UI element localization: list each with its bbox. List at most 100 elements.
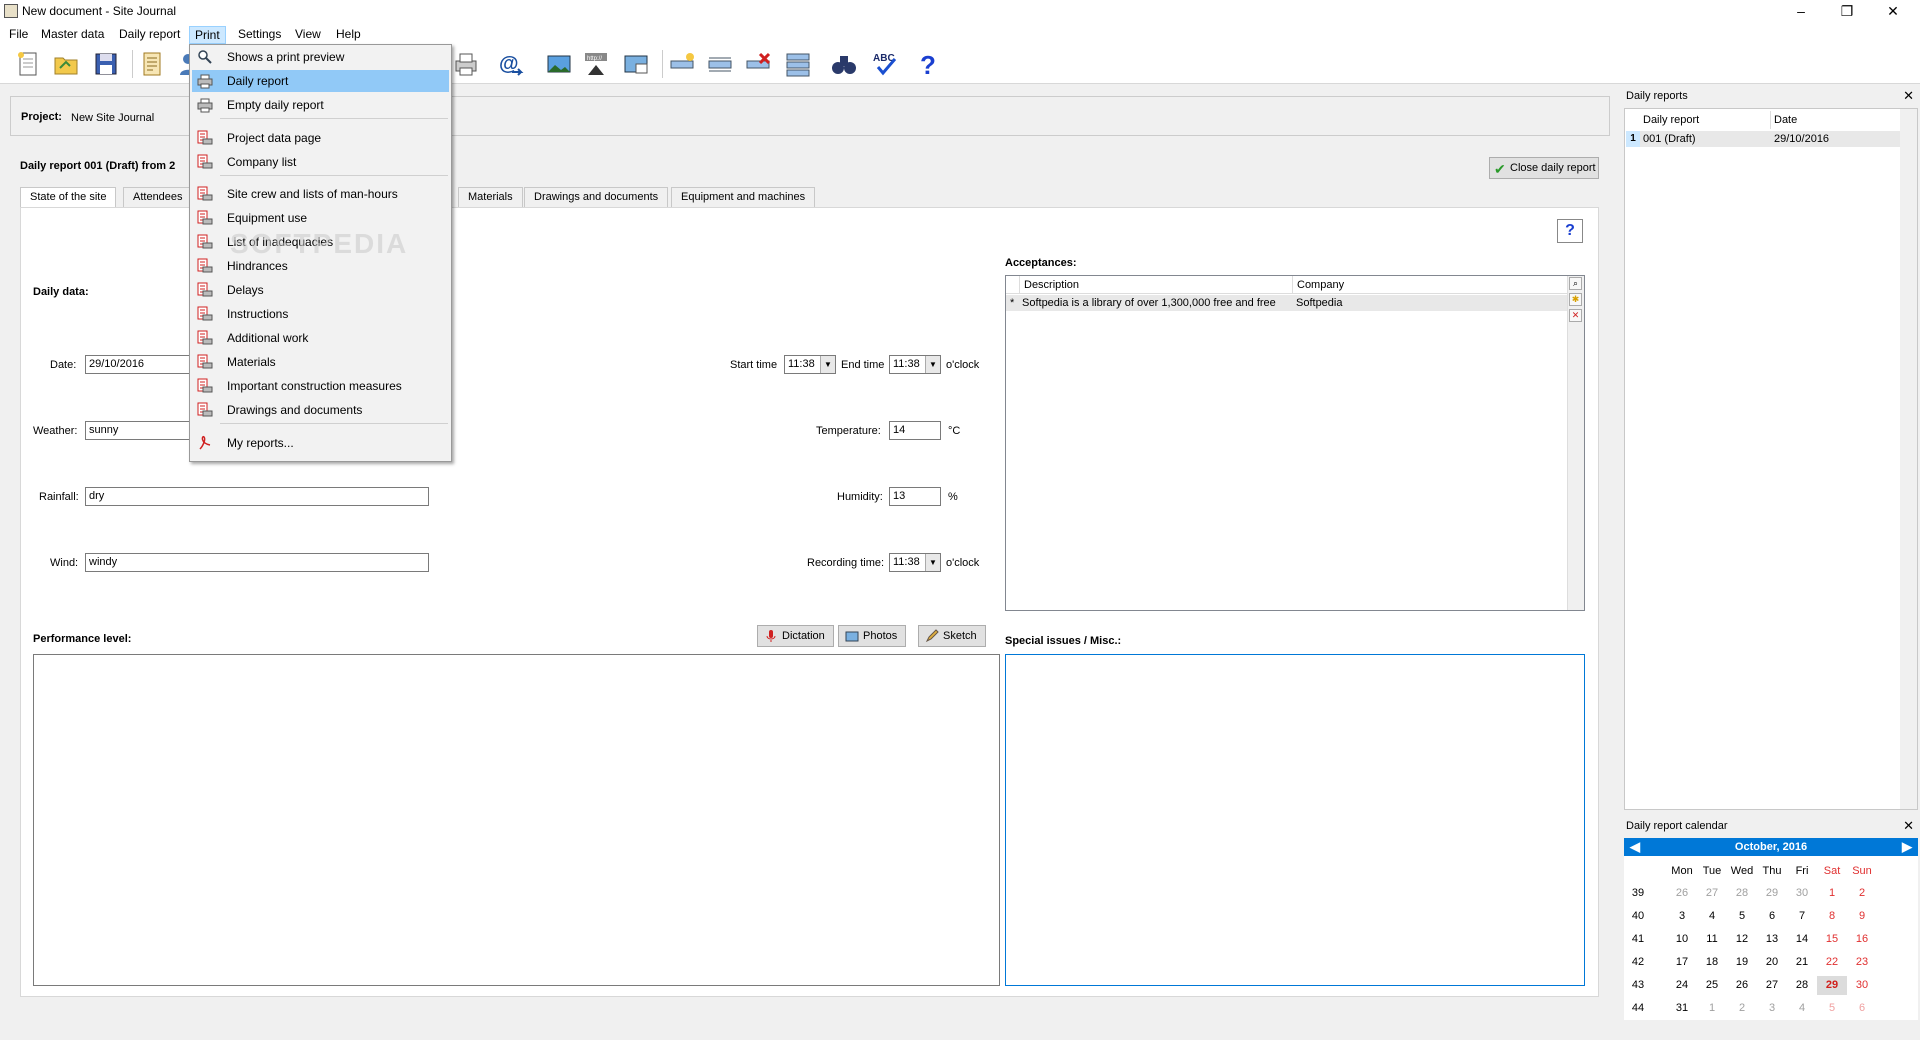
print-menu-item[interactable]: Important construction measures <box>192 375 449 397</box>
calendar-day[interactable]: 11 <box>1697 930 1727 949</box>
end-time-combo[interactable]: 11:38 ▼ <box>889 355 941 374</box>
calendar-day[interactable]: 4 <box>1697 907 1727 926</box>
menu-view[interactable]: View <box>290 26 326 44</box>
date-field[interactable]: 29/10/2016 <box>85 355 195 374</box>
calendar-day[interactable]: 6 <box>1847 999 1877 1018</box>
menu-print[interactable]: Print <box>189 26 226 44</box>
calendar-day[interactable]: 21 <box>1787 953 1817 972</box>
menu-help[interactable]: Help <box>331 26 366 44</box>
print-menu-item[interactable]: Company list <box>192 151 449 173</box>
tab-materials[interactable]: Materials <box>458 187 523 207</box>
vertical-scrollbar[interactable] <box>1900 109 1917 809</box>
close-daily-report-button[interactable]: ✔ Close daily report <box>1489 157 1599 179</box>
sketch-button[interactable]: Sketch <box>918 625 986 647</box>
calendar-day[interactable]: 30 <box>1787 884 1817 903</box>
calendar-day[interactable]: 1 <box>1817 884 1847 903</box>
calendar-day[interactable]: 10 <box>1667 930 1697 949</box>
calendar-day[interactable]: 14 <box>1787 930 1817 949</box>
next-month-icon[interactable]: ▶ <box>1902 838 1912 856</box>
close-window-button[interactable]: ✕ <box>1870 0 1916 24</box>
dictation-button[interactable]: Dictation <box>757 625 834 647</box>
calendar-day[interactable]: 16 <box>1847 930 1877 949</box>
calendar-day[interactable]: 30 <box>1847 976 1877 995</box>
column-date[interactable]: Date <box>1771 111 1901 129</box>
calendar-day[interactable]: 9 <box>1847 907 1877 926</box>
help-icon[interactable]: ? <box>914 50 942 78</box>
prev-month-icon[interactable]: ◀ <box>1630 838 1640 856</box>
calendar-day[interactable]: 28 <box>1787 976 1817 995</box>
daily-report-cell[interactable]: 001 (Draft) <box>1640 131 1771 147</box>
recording-time-combo[interactable]: 11:38 ▼ <box>889 553 941 572</box>
new-document-icon[interactable] <box>14 50 42 78</box>
tab-drawings-documents[interactable]: Drawings and documents <box>524 187 669 207</box>
calendar-day[interactable]: 19 <box>1727 953 1757 972</box>
menu-master-data[interactable]: Master data <box>36 26 109 44</box>
tab-equipment-machines[interactable]: Equipment and machines <box>671 187 816 207</box>
column-daily-report[interactable]: Daily report <box>1640 111 1771 129</box>
new-entry-icon[interactable]: ✱ <box>1569 293 1582 306</box>
menu-settings[interactable]: Settings <box>233 26 286 44</box>
calendar-day[interactable]: 15 <box>1817 930 1847 949</box>
print-menu-item[interactable]: Drawings and documents <box>192 399 449 421</box>
menu-daily-report[interactable]: Daily report <box>114 26 185 44</box>
calendar-day[interactable]: 13 <box>1757 930 1787 949</box>
photos-button[interactable]: Photos <box>838 625 907 647</box>
tab-state-of-site[interactable]: State of the site <box>20 187 117 208</box>
minimize-button[interactable]: – <box>1778 0 1824 24</box>
calendar-day[interactable]: 25 <box>1697 976 1727 995</box>
calendar-day[interactable]: 2 <box>1727 999 1757 1018</box>
print-menu-item[interactable]: Site crew and lists of man-hours <box>192 183 449 205</box>
calendar-day[interactable]: 1 <box>1697 999 1727 1018</box>
calendar-day[interactable]: 5 <box>1817 999 1847 1018</box>
calendar-day[interactable]: 7 <box>1787 907 1817 926</box>
start-time-combo[interactable]: 11:38 ▼ <box>784 355 836 374</box>
daily-report-date-cell[interactable]: 29/10/2016 <box>1771 131 1901 147</box>
search-icon[interactable]: ⌕ <box>1569 277 1582 290</box>
tab-attendees[interactable]: Attendees <box>123 187 193 207</box>
calendar-day[interactable]: 28 <box>1727 884 1757 903</box>
acceptance-company[interactable]: Softpedia <box>1296 295 1566 311</box>
close-icon[interactable]: ✕ <box>1903 88 1914 104</box>
calendar-day[interactable]: 12 <box>1727 930 1757 949</box>
calendar-day[interactable]: 2 <box>1847 884 1877 903</box>
print-menu-item[interactable]: Delays <box>192 279 449 301</box>
performance-textarea[interactable] <box>33 654 1000 986</box>
print-menu-item[interactable]: Materials <box>192 351 449 373</box>
calendar-day[interactable]: 27 <box>1697 884 1727 903</box>
calendar-day[interactable]: 18 <box>1697 953 1727 972</box>
calendar-day[interactable]: 5 <box>1727 907 1757 926</box>
move-rows-icon[interactable] <box>784 50 812 78</box>
print-menu-item[interactable]: Equipment use <box>192 207 449 229</box>
calendar-day[interactable]: 26 <box>1727 976 1757 995</box>
chevron-down-icon[interactable]: ▼ <box>820 356 835 373</box>
vertical-scrollbar[interactable] <box>1567 276 1584 610</box>
chevron-down-icon[interactable]: ▼ <box>925 554 940 571</box>
temperature-field[interactable]: 14 <box>889 421 941 440</box>
delete-row-icon[interactable] <box>744 50 772 78</box>
menu-file[interactable]: File <box>4 26 33 44</box>
special-issues-textarea[interactable] <box>1005 654 1585 986</box>
calendar-day[interactable]: 22 <box>1817 953 1847 972</box>
edit-row-icon[interactable] <box>706 50 734 78</box>
close-icon[interactable]: ✕ <box>1903 818 1914 834</box>
humidity-field[interactable]: 13 <box>889 487 941 506</box>
web-upload-icon[interactable]: http:// <box>582 50 610 78</box>
image-icon[interactable] <box>545 50 573 78</box>
calendar-day[interactable]: 8 <box>1817 907 1847 926</box>
spellcheck-icon[interactable]: ABC <box>872 50 900 78</box>
save-icon[interactable] <box>92 50 120 78</box>
calendar-day[interactable]: 27 <box>1757 976 1787 995</box>
acceptance-description[interactable]: Softpedia is a library of over 1,300,000… <box>1022 295 1292 311</box>
open-folder-icon[interactable] <box>52 50 80 78</box>
print-menu-item[interactable]: Daily report <box>192 70 449 92</box>
picture-export-icon[interactable] <box>622 50 650 78</box>
email-icon[interactable]: @ <box>496 50 524 78</box>
calendar-day[interactable]: 3 <box>1667 907 1697 926</box>
calendar-day[interactable]: 31 <box>1667 999 1697 1018</box>
report-icon[interactable] <box>138 50 166 78</box>
print-menu-item[interactable]: Empty daily report <box>192 94 449 116</box>
calendar-day[interactable]: 6 <box>1757 907 1787 926</box>
weather-field[interactable]: sunny <box>85 421 195 440</box>
calendar-day[interactable]: 29 <box>1757 884 1787 903</box>
calendar-day[interactable]: 4 <box>1787 999 1817 1018</box>
